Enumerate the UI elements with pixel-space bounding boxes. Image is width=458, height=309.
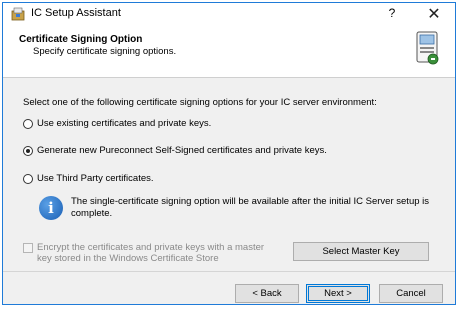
setup-wizard-icon: [416, 31, 439, 65]
option-label: Generate new Pureconnect Self-Signed cer…: [37, 145, 327, 156]
radio-button[interactable]: [23, 173, 33, 184]
info-message: The single-certificate signing option wi…: [71, 196, 430, 219]
wizard-header: Certificate Signing Option Specify certi…: [3, 25, 455, 78]
option-label: Use Third Party certificates.: [37, 173, 154, 184]
title-bar: IC Setup Assistant ? ✕: [3, 3, 455, 25]
close-button[interactable]: ✕: [423, 4, 445, 24]
radio-button[interactable]: [23, 118, 33, 129]
help-button[interactable]: ?: [384, 6, 400, 20]
option-self-signed-certificates[interactable]: Generate new Pureconnect Self-Signed cer…: [23, 145, 327, 156]
page-title: Certificate Signing Option: [19, 34, 143, 45]
setup-app-icon: [11, 7, 25, 21]
footer-divider: [3, 271, 455, 272]
select-master-key-button[interactable]: Select Master Key: [293, 242, 429, 261]
encrypt-checkbox-row: Encrypt the certificates and private key…: [23, 242, 277, 264]
back-button[interactable]: < Back: [235, 284, 299, 303]
next-button[interactable]: Next >: [306, 284, 370, 303]
encrypt-checkbox[interactable]: [23, 243, 33, 253]
radio-button-selected[interactable]: [23, 145, 33, 156]
option-label: Use existing certificates and private ke…: [37, 118, 212, 129]
info-icon: i: [39, 196, 63, 220]
instruction-text: Select one of the following certificate …: [23, 97, 377, 108]
page-subtitle: Specify certificate signing options.: [33, 46, 177, 57]
encrypt-label: Encrypt the certificates and private key…: [37, 242, 265, 264]
cancel-button[interactable]: Cancel: [379, 284, 443, 303]
option-third-party-certificates[interactable]: Use Third Party certificates.: [23, 173, 154, 184]
window-title: IC Setup Assistant: [31, 7, 121, 19]
setup-dialog: IC Setup Assistant ? ✕ Certificate Signi…: [2, 2, 456, 305]
option-existing-certificates[interactable]: Use existing certificates and private ke…: [23, 118, 211, 129]
